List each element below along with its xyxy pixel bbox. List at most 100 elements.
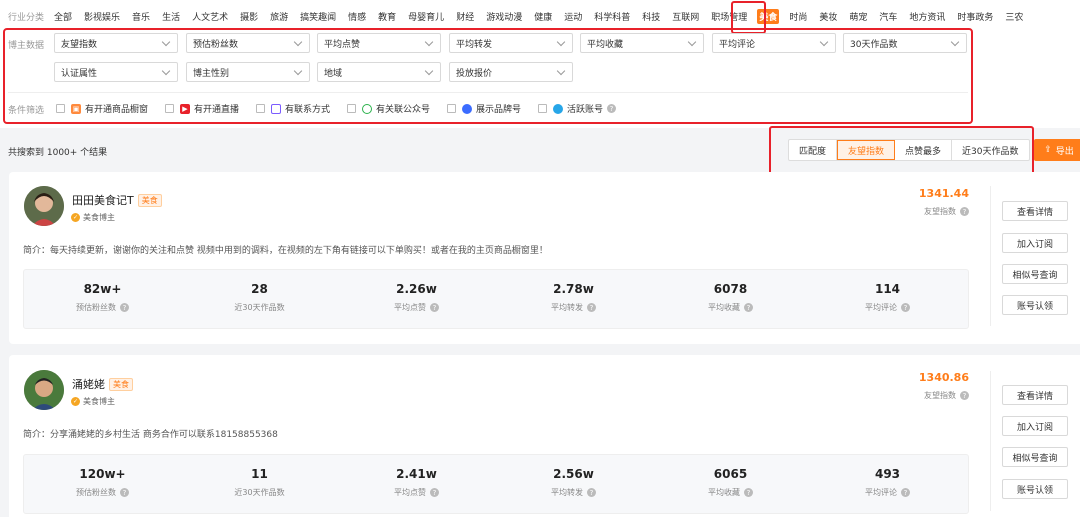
- category-games[interactable]: 游戏动漫: [484, 9, 524, 24]
- result-count: 共搜索到 1000+ 个结果: [8, 148, 108, 158]
- help-icon[interactable]: ?: [901, 488, 910, 497]
- cond-contact[interactable]: 有联系方式: [256, 102, 330, 115]
- filter-yw-index[interactable]: 友望指数: [54, 33, 178, 53]
- category-parenting[interactable]: 母婴育儿: [406, 9, 446, 24]
- category-cars[interactable]: 汽车: [877, 9, 899, 24]
- category-local[interactable]: 地方资讯: [907, 9, 947, 24]
- category-agri[interactable]: 三农: [1003, 9, 1025, 24]
- category-education[interactable]: 教育: [376, 9, 398, 24]
- select-label: 平均收藏: [587, 39, 624, 50]
- category-tag: 美食: [109, 377, 133, 391]
- stat-label: 近30天作品数: [234, 303, 285, 312]
- stat-fans: 82w+ 预估粉丝数?: [24, 282, 181, 313]
- similar-search-button[interactable]: 相似号查询: [1002, 264, 1068, 284]
- cond-official-account[interactable]: 有关联公众号: [347, 102, 430, 115]
- filter-price[interactable]: 投放报价: [449, 62, 573, 82]
- checkbox[interactable]: [447, 104, 456, 113]
- category-all[interactable]: 全部: [52, 9, 74, 24]
- category-pets[interactable]: 萌宠: [847, 9, 869, 24]
- help-icon[interactable]: ?: [960, 207, 969, 216]
- view-details-button[interactable]: 查看详情: [1002, 385, 1068, 405]
- sort-tab-match[interactable]: 匹配度: [789, 140, 838, 160]
- filter-favorites[interactable]: 平均收藏: [580, 33, 704, 53]
- filter-gender[interactable]: 博主性别: [186, 62, 310, 82]
- select-label: 投放报价: [456, 68, 493, 79]
- blogger-name[interactable]: 田田美食记T 美食: [72, 192, 162, 208]
- select-label: 平均转发: [456, 39, 493, 50]
- checkbox[interactable]: [165, 104, 174, 113]
- category-finance[interactable]: 财经: [454, 9, 476, 24]
- similar-search-button[interactable]: 相似号查询: [1002, 447, 1068, 467]
- stat-value: 2.26w: [396, 282, 437, 296]
- category-tech[interactable]: 科技: [640, 9, 662, 24]
- shop-icon: ▣: [71, 103, 81, 114]
- help-icon[interactable]: ?: [587, 303, 596, 312]
- category-sports[interactable]: 运动: [562, 9, 584, 24]
- checkbox[interactable]: [56, 104, 65, 113]
- name-text: 涌姥姥: [72, 378, 105, 391]
- category-internet[interactable]: 互联网: [670, 9, 701, 24]
- blogger-type: ✓ 美食博主: [71, 212, 115, 223]
- category-science[interactable]: 科学科普: [592, 9, 632, 24]
- help-icon[interactable]: ?: [120, 303, 129, 312]
- cond-label: 有开通直播: [194, 105, 240, 115]
- checkbox[interactable]: [256, 104, 265, 113]
- category-art[interactable]: 人文艺术: [190, 9, 230, 24]
- filter-certification[interactable]: 认证属性: [54, 62, 178, 82]
- avatar[interactable]: [24, 186, 64, 226]
- help-icon[interactable]: ?: [960, 391, 969, 400]
- filter-region[interactable]: 地域: [317, 62, 441, 82]
- cond-brand[interactable]: 展示品牌号: [447, 102, 521, 115]
- help-icon[interactable]: ?: [901, 303, 910, 312]
- category-beauty[interactable]: 美妆: [817, 9, 839, 24]
- claim-account-button[interactable]: 账号认领: [1002, 295, 1068, 315]
- cond-active[interactable]: 活跃账号 ?: [538, 102, 617, 115]
- checkbox[interactable]: [347, 104, 356, 113]
- sort-tab-most-likes[interactable]: 点赞最多: [895, 140, 953, 160]
- blogger-card: 涌姥姥 美食 ✓ 美食博主 简介：分享涌姥姥的乡村生活 商务合作可以联系1815…: [9, 355, 1080, 517]
- help-icon[interactable]: ?: [120, 488, 129, 497]
- stat-value: 120w+: [79, 467, 126, 481]
- filter-comments[interactable]: 平均评论: [712, 33, 836, 53]
- filter-shares[interactable]: 平均转发: [449, 33, 573, 53]
- filter-row-label: 博主数据: [8, 41, 45, 51]
- cond-shop-window[interactable]: ▣ 有开通商品橱窗: [56, 102, 148, 115]
- category-politics[interactable]: 时事政务: [955, 9, 995, 24]
- avatar[interactable]: [24, 370, 64, 410]
- stats-panel: 120w+ 预估粉丝数? 11 近30天作品数 2.41w 平均点赞? 2.56w 平均…: [23, 454, 969, 514]
- help-icon[interactable]: ?: [744, 303, 753, 312]
- sort-tab-30day-works[interactable]: 近30天作品数: [952, 140, 1028, 160]
- export-button[interactable]: ⇪ 导出: [1034, 139, 1080, 161]
- help-icon[interactable]: ?: [607, 104, 617, 113]
- subscribe-button[interactable]: 加入订阅: [1002, 233, 1068, 253]
- export-label: 导出: [1055, 146, 1074, 157]
- blogger-name[interactable]: 涌姥姥 美食: [72, 376, 133, 392]
- category-funny[interactable]: 搞笑趣闻: [298, 9, 338, 24]
- subscribe-button[interactable]: 加入订阅: [1002, 416, 1068, 436]
- view-details-button[interactable]: 查看详情: [1002, 201, 1068, 221]
- help-icon[interactable]: ?: [587, 488, 596, 497]
- select-label: 30天作品数: [850, 39, 898, 50]
- category-bar: 行业分类 全部 影视娱乐 音乐 生活 人文艺术 摄影 旅游 搞笑趣闻 情感 教育…: [8, 8, 1033, 24]
- category-photo[interactable]: 摄影: [238, 9, 260, 24]
- help-icon[interactable]: ?: [430, 488, 439, 497]
- category-music[interactable]: 音乐: [130, 9, 152, 24]
- help-icon[interactable]: ?: [430, 303, 439, 312]
- category-travel[interactable]: 旅游: [268, 9, 290, 24]
- filter-fans[interactable]: 预估粉丝数: [186, 33, 310, 53]
- filter-likes[interactable]: 平均点赞: [317, 33, 441, 53]
- category-life[interactable]: 生活: [160, 9, 182, 24]
- category-fashion[interactable]: 时尚: [787, 9, 809, 24]
- sort-tab-yw-index[interactable]: 友望指数: [837, 140, 896, 160]
- filter-panel: 行业分类 全部 影视娱乐 音乐 生活 人文艺术 摄影 旅游 搞笑趣闻 情感 教育…: [0, 0, 1080, 128]
- category-film[interactable]: 影视娱乐: [82, 9, 122, 24]
- filter-30day-works[interactable]: 30天作品数: [843, 33, 967, 53]
- help-icon[interactable]: ?: [744, 488, 753, 497]
- category-health[interactable]: 健康: [532, 9, 554, 24]
- category-tag: 美食: [137, 193, 162, 207]
- checkbox[interactable]: [538, 104, 547, 113]
- category-emotion[interactable]: 情感: [346, 9, 368, 24]
- name-text: 田田美食记T: [72, 194, 134, 207]
- cond-live[interactable]: ▶ 有开通直播: [165, 102, 239, 115]
- claim-account-button[interactable]: 账号认领: [1002, 479, 1068, 499]
